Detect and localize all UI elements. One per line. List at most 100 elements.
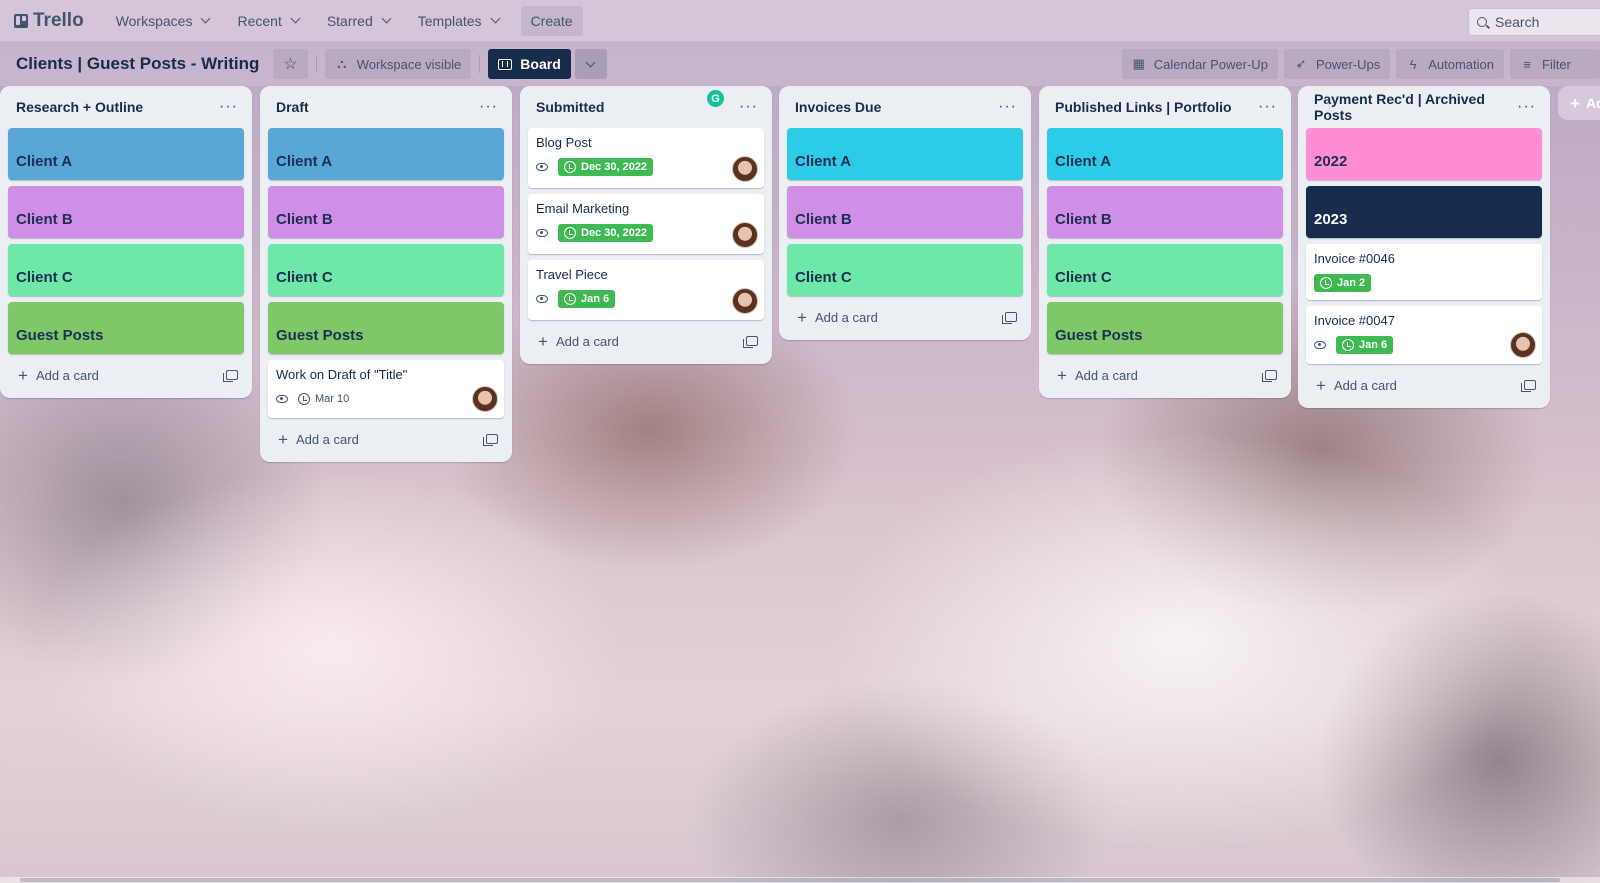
list-title[interactable]: Research + Outline — [16, 99, 143, 115]
color-card[interactable]: Client A — [1047, 128, 1283, 180]
color-card[interactable]: Client B — [787, 186, 1023, 238]
card-badges: Jan 6 — [1314, 334, 1534, 356]
powerups-button[interactable]: ➶ Power-Ups — [1283, 49, 1391, 79]
color-card[interactable]: Client A — [787, 128, 1023, 180]
card-template-icon[interactable] — [743, 336, 758, 348]
list-submitted: Submitted ··· Blog Post Dec 30, 2022 Ema… — [520, 86, 772, 364]
star-board-button[interactable]: ☆ — [273, 49, 308, 79]
task-card[interactable]: Work on Draft of "Title" Mar 10 — [268, 360, 504, 418]
nav-templates-label: Templates — [417, 12, 482, 29]
list-menu-icon[interactable]: ··· — [739, 98, 758, 116]
card-title: Invoice #0047 — [1314, 313, 1395, 328]
calendar-powerup-button[interactable]: ▦ Calendar Power-Up — [1121, 49, 1278, 79]
list-header: Published Links | Portfolio ··· — [1047, 92, 1283, 122]
list-title[interactable]: Invoices Due — [795, 99, 881, 115]
add-card-button[interactable]: + Add a card — [528, 326, 764, 356]
add-card-button[interactable]: + Add a card — [1047, 360, 1283, 390]
card-template-icon[interactable] — [483, 434, 498, 446]
avatar[interactable] — [732, 156, 758, 182]
avatar[interactable] — [1510, 332, 1536, 358]
due-date-badge[interactable]: Jan 6 — [558, 290, 616, 308]
list-title[interactable]: Draft — [276, 99, 309, 115]
add-card-button[interactable]: + Add a card — [268, 424, 504, 454]
board-title[interactable]: Clients | Guest Posts - Writing — [16, 54, 259, 74]
card-badges: Jan 2 — [1314, 272, 1534, 294]
color-card[interactable]: Client A — [8, 128, 244, 180]
nav-recent[interactable]: Recent — [227, 5, 308, 37]
color-card[interactable]: Guest Posts — [268, 302, 504, 354]
list-header: Draft ··· — [268, 92, 504, 122]
list-payment-received: Payment Rec'd | Archived Posts ··· 2022 … — [1298, 86, 1550, 408]
add-list-button[interactable]: + Ad — [1558, 86, 1600, 120]
search-input[interactable]: Search — [1468, 8, 1600, 36]
color-card[interactable]: Client B — [268, 186, 504, 238]
due-date-badge[interactable]: Dec 30, 2022 — [558, 224, 654, 242]
add-card-button[interactable]: + Add a card — [1306, 370, 1542, 400]
view-switcher-button[interactable] — [574, 49, 607, 79]
card-template-icon[interactable] — [1521, 380, 1536, 392]
nav-templates[interactable]: Templates — [408, 5, 509, 37]
due-date-text: Jan 6 — [1359, 339, 1388, 351]
card-template-icon[interactable] — [1002, 312, 1017, 324]
list-menu-icon[interactable]: ··· — [1258, 98, 1277, 116]
task-card[interactable]: Blog Post Dec 30, 2022 — [528, 128, 764, 188]
task-card[interactable]: Invoice #0046 Jan 2 — [1306, 244, 1542, 300]
color-card[interactable]: Client C — [8, 244, 244, 296]
board-actions: ▦ Calendar Power-Up ➶ Power-Ups ϟ Automatio… — [1121, 49, 1600, 79]
list-title[interactable]: Published Links | Portfolio — [1055, 99, 1232, 115]
list-menu-icon[interactable]: ··· — [1517, 98, 1536, 116]
add-card-button[interactable]: + Add a card — [787, 302, 1023, 332]
color-card[interactable]: Client A — [268, 128, 504, 180]
list-header: Invoices Due ··· — [787, 92, 1023, 122]
due-date-badge[interactable]: Mar 10 — [298, 390, 349, 408]
visibility-button[interactable]: ⛬ Workspace visible — [324, 49, 472, 79]
board-view-button[interactable]: Board — [488, 49, 571, 79]
horizontal-scrollbar[interactable] — [0, 877, 1600, 883]
watching-icon — [536, 229, 548, 237]
task-card[interactable]: Invoice #0047 Jan 6 — [1306, 306, 1542, 364]
list-menu-icon[interactable]: ··· — [998, 98, 1017, 116]
color-card[interactable]: Client B — [1047, 186, 1283, 238]
color-card[interactable]: 2023 — [1306, 186, 1542, 238]
color-card[interactable]: Guest Posts — [8, 302, 244, 354]
color-card[interactable]: Client C — [268, 244, 504, 296]
color-card[interactable]: Client B — [8, 186, 244, 238]
list-title[interactable]: Submitted — [536, 99, 604, 115]
nav-starred-label: Starred — [326, 12, 373, 29]
avatar[interactable] — [732, 222, 758, 248]
avatar[interactable] — [732, 288, 758, 314]
list-menu-icon[interactable]: ··· — [479, 98, 498, 116]
color-card[interactable]: Client C — [1047, 244, 1283, 296]
due-date-badge[interactable]: Dec 30, 2022 — [558, 158, 654, 176]
color-card[interactable]: Client C — [787, 244, 1023, 296]
list-header: Payment Rec'd | Archived Posts ··· — [1306, 91, 1542, 123]
grammarly-icon[interactable]: G — [707, 90, 724, 107]
task-card[interactable]: Travel Piece Jan 6 — [528, 260, 764, 320]
task-card[interactable]: Email Marketing Dec 30, 2022 — [528, 194, 764, 254]
watching-icon — [536, 163, 548, 171]
clock-icon — [1320, 277, 1332, 289]
color-card[interactable]: Guest Posts — [1047, 302, 1283, 354]
color-card[interactable]: 2022 — [1306, 128, 1542, 180]
avatar[interactable] — [472, 386, 498, 412]
powerups-label: Power-Ups — [1315, 56, 1381, 72]
automation-button[interactable]: ϟ Automation — [1396, 49, 1504, 79]
filter-label: Filter — [1542, 56, 1571, 72]
list-title[interactable]: Payment Rec'd | Archived Posts — [1314, 91, 1517, 123]
plus-icon: + — [18, 365, 28, 385]
filter-button[interactable]: ≡ Filter — [1510, 49, 1600, 79]
trello-logo[interactable]: Trello — [14, 10, 84, 32]
nav-workspaces-label: Workspaces — [115, 12, 193, 29]
card-template-icon[interactable] — [1262, 370, 1277, 382]
add-card-button[interactable]: + Add a card — [8, 360, 244, 390]
card-template-icon[interactable] — [223, 370, 238, 382]
filter-icon: ≡ — [1523, 56, 1531, 72]
create-button[interactable]: Create — [520, 5, 583, 36]
nav-workspaces[interactable]: Workspaces — [106, 5, 220, 37]
due-date-badge[interactable]: Jan 6 — [1336, 336, 1394, 354]
search-placeholder: Search — [1495, 14, 1540, 30]
list-menu-icon[interactable]: ··· — [219, 98, 238, 116]
due-date-badge[interactable]: Jan 2 — [1314, 274, 1372, 292]
nav-starred[interactable]: Starred — [317, 5, 400, 37]
scrollbar-thumb[interactable] — [20, 878, 1560, 882]
